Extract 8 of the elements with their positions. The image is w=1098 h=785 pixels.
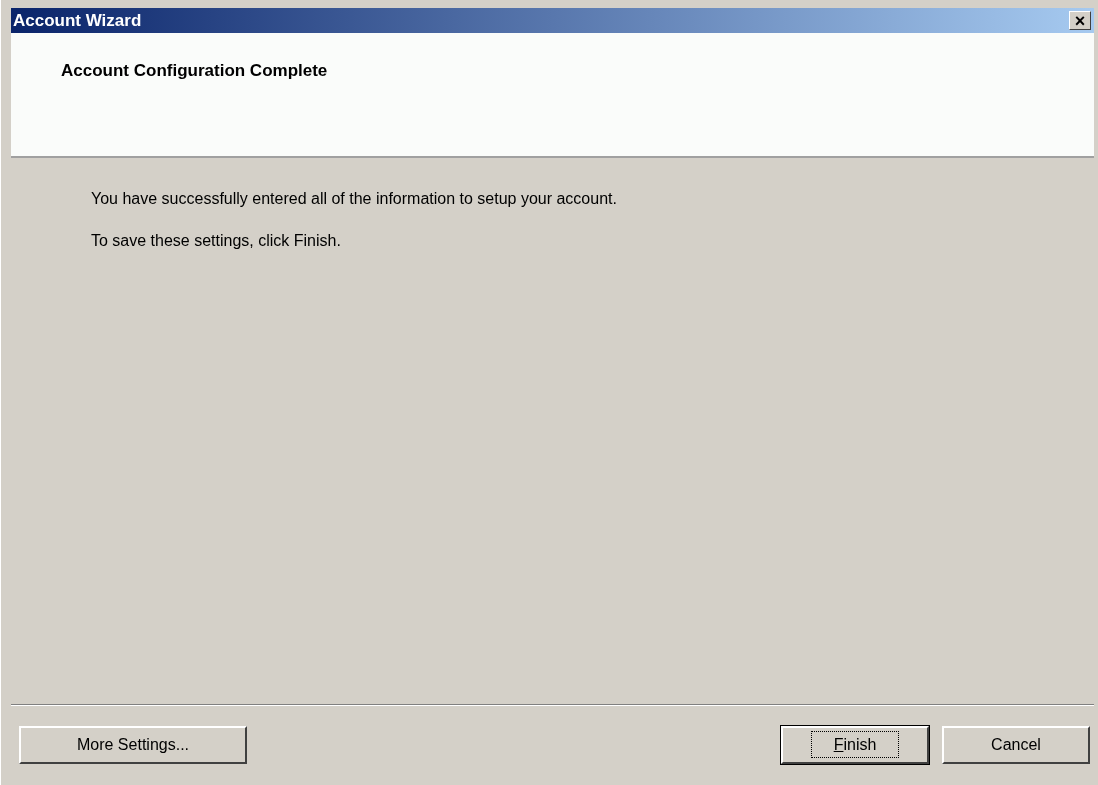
message-text: You have successfully entered all of the information to setup your account.	[91, 190, 618, 208]
dialog-button[interactable]: Finish	[781, 726, 929, 764]
close-button[interactable]: ×	[1069, 11, 1091, 30]
message-text: To save these settings, click Finish.	[91, 232, 342, 250]
dialog-button[interactable]: More Settings...	[19, 726, 247, 764]
page-heading: Account Configuration Complete	[61, 61, 328, 80]
window-title: Account Wizard	[13, 10, 142, 31]
dialog-button[interactable]: Cancel	[942, 726, 1090, 764]
